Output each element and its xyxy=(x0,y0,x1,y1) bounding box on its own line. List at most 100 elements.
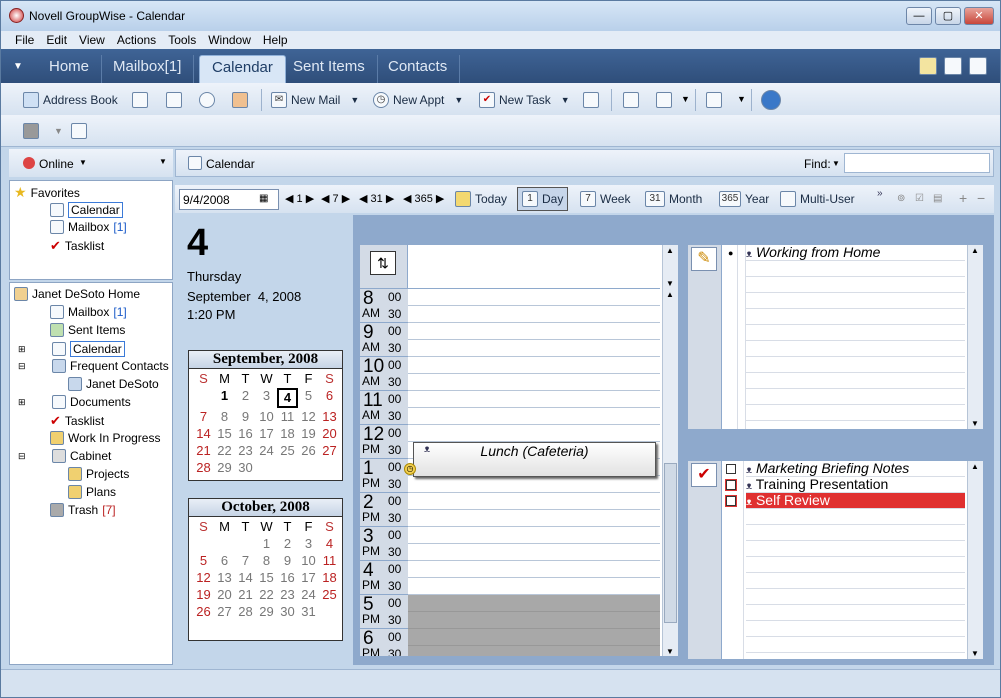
time-slot[interactable] xyxy=(408,646,660,656)
multi-user-button[interactable]: Multi-User xyxy=(780,188,855,210)
time-slot[interactable] xyxy=(408,544,660,561)
day-view-button[interactable]: 1 Day xyxy=(517,187,569,211)
mini-calendar-september[interactable]: September, 2008 SMTWTFS 123456 7 8 9 10 11 12… xyxy=(188,350,343,481)
folder-calendar[interactable]: ⊞ Calendar xyxy=(18,341,125,357)
date-cell[interactable]: 21 xyxy=(235,587,256,603)
sort-icon[interactable]: ⇅ xyxy=(370,251,396,275)
fav-tasklist[interactable]: ✔ Tasklist xyxy=(50,238,104,254)
date-cell[interactable]: 25 xyxy=(319,587,340,603)
date-cell[interactable]: 23 xyxy=(277,587,298,603)
jump-31-control[interactable]: ◀ 31 ▶ xyxy=(359,192,394,205)
folder-tasklist[interactable]: ✔ Tasklist xyxy=(50,413,104,429)
date-cell[interactable]: 6 xyxy=(214,553,235,569)
date-cell[interactable]: 22 xyxy=(256,587,277,603)
maximize-button[interactable]: ▢ xyxy=(935,7,961,25)
date-cell[interactable]: 14 xyxy=(193,426,214,442)
properties-icon[interactable] xyxy=(71,123,87,139)
note-filter-icon[interactable]: ▤ xyxy=(933,193,942,204)
tab-calendar[interactable]: Calendar xyxy=(199,55,286,83)
date-cell[interactable]: 12 xyxy=(298,409,319,425)
task-checkbox[interactable] xyxy=(726,464,736,474)
new-task-button[interactable]: ✔ New Task ▼ xyxy=(479,89,570,111)
note-pencil-icon[interactable]: ✎ xyxy=(691,247,717,271)
vertical-scrollbar[interactable]: ▲ ▼ xyxy=(967,461,983,659)
chevron-down-icon[interactable]: ▼ xyxy=(350,95,359,105)
time-slot[interactable] xyxy=(408,323,660,340)
menu-tools[interactable]: Tools xyxy=(162,31,202,49)
chevron-down-icon[interactable]: ▼ xyxy=(561,95,570,105)
more-chevron-icon[interactable]: » xyxy=(877,188,883,199)
date-cell[interactable]: 10 xyxy=(298,553,319,569)
collapse-icon[interactable]: ⊟ xyxy=(18,451,30,462)
date-cell[interactable]: 3 xyxy=(298,536,319,552)
folder-work-in-progress[interactable]: Work In Progress xyxy=(50,431,160,445)
date-cell[interactable]: 3 xyxy=(256,388,277,408)
vertical-scrollbar[interactable]: ▲ ▼ xyxy=(967,245,983,429)
folder-janet-desoto[interactable]: Janet DeSoto xyxy=(68,377,159,391)
find-input[interactable] xyxy=(844,153,990,173)
date-cell[interactable]: 16 xyxy=(235,426,256,442)
month-view-button[interactable]: 31 Month xyxy=(645,188,702,210)
jump-7-control[interactable]: ◀ 7 ▶ xyxy=(321,192,350,205)
date-cell-today[interactable]: 4 xyxy=(277,388,298,408)
calendar-view-icon[interactable] xyxy=(706,92,722,108)
help-globe-icon[interactable] xyxy=(761,90,781,110)
date-cell[interactable]: 28 xyxy=(193,460,214,476)
busy-search-icon[interactable] xyxy=(232,92,248,108)
scroll-down-icon[interactable]: ▼ xyxy=(971,419,979,428)
folder-mailbox[interactable]: Mailbox [1] xyxy=(50,305,127,319)
task-checkbox[interactable] xyxy=(726,496,736,506)
all-day-area[interactable] xyxy=(408,245,660,289)
menu-edit[interactable]: Edit xyxy=(40,31,73,49)
list-item[interactable]: ᴥ Working from Home xyxy=(746,245,965,261)
menu-file[interactable]: File xyxy=(1,31,40,49)
folder-sent-items[interactable]: Sent Items xyxy=(50,323,125,337)
date-cell[interactable]: 27 xyxy=(319,443,340,459)
date-cell[interactable]: 13 xyxy=(214,570,235,586)
time-slot[interactable] xyxy=(408,357,660,374)
time-slot[interactable] xyxy=(408,612,660,629)
fav-calendar[interactable]: Calendar xyxy=(50,202,123,218)
date-cell[interactable]: 12 xyxy=(193,570,214,586)
tab-home[interactable]: Home xyxy=(37,55,103,83)
date-cell[interactable]: 24 xyxy=(298,587,319,603)
date-cell[interactable]: 9 xyxy=(277,553,298,569)
date-cell[interactable]: 2 xyxy=(277,536,298,552)
date-cell[interactable]: 15 xyxy=(214,426,235,442)
tab-contacts[interactable]: Contacts xyxy=(376,55,461,83)
vertical-scrollbar[interactable]: ▲ ▼ xyxy=(662,289,678,656)
mini-calendar-grid[interactable]: SMTWTFS 123456 7 8 9 10 11 12 13 14 15 16 17 18 19 2… xyxy=(189,369,342,478)
grid-view-icon[interactable] xyxy=(656,92,672,108)
jump-365-control[interactable]: ◀ 365 ▶ xyxy=(403,192,444,205)
tab-sent-items[interactable]: Sent Items xyxy=(281,55,378,83)
folder-projects[interactable]: Projects xyxy=(68,467,129,481)
date-cell[interactable]: 30 xyxy=(235,460,256,476)
scroll-thumb[interactable] xyxy=(664,463,677,623)
date-cell[interactable]: 18 xyxy=(319,570,340,586)
time-slot[interactable] xyxy=(408,510,660,527)
time-slot[interactable] xyxy=(408,425,660,442)
scroll-down-icon[interactable]: ▼ xyxy=(666,647,674,656)
task-item[interactable]: ᴥ Training Presentation xyxy=(746,477,965,493)
online-mode-dropdown[interactable]: Online xyxy=(39,157,74,171)
list-view-icon[interactable] xyxy=(623,92,639,108)
chevron-down-icon[interactable]: ▼ xyxy=(832,159,840,168)
date-cell[interactable]: 15 xyxy=(256,570,277,586)
folder-list-icon[interactable] xyxy=(919,57,937,75)
zoom-out-icon[interactable]: − xyxy=(977,190,985,206)
date-cell[interactable]: 16 xyxy=(277,570,298,586)
chevron-down-icon[interactable]: ▼ xyxy=(54,126,63,136)
today-button[interactable]: Today xyxy=(455,188,507,210)
time-slot[interactable] xyxy=(408,374,660,391)
time-slot[interactable] xyxy=(408,476,660,493)
fav-mailbox[interactable]: Mailbox [1] xyxy=(50,220,127,234)
find-icon[interactable] xyxy=(199,92,215,108)
date-cell[interactable]: 28 xyxy=(235,604,256,620)
chevron-down-icon[interactable]: ▼ xyxy=(454,95,463,105)
task-checkbox[interactable] xyxy=(726,480,736,490)
date-cell[interactable]: 21 xyxy=(193,443,214,459)
new-appt-button[interactable]: ◷ New Appt ▼ xyxy=(373,89,463,111)
chevron-down-icon[interactable]: ▼ xyxy=(159,157,167,166)
year-view-button[interactable]: 365 Year xyxy=(719,188,769,210)
new-mail-button[interactable]: ✉ New Mail ▼ xyxy=(271,89,359,111)
